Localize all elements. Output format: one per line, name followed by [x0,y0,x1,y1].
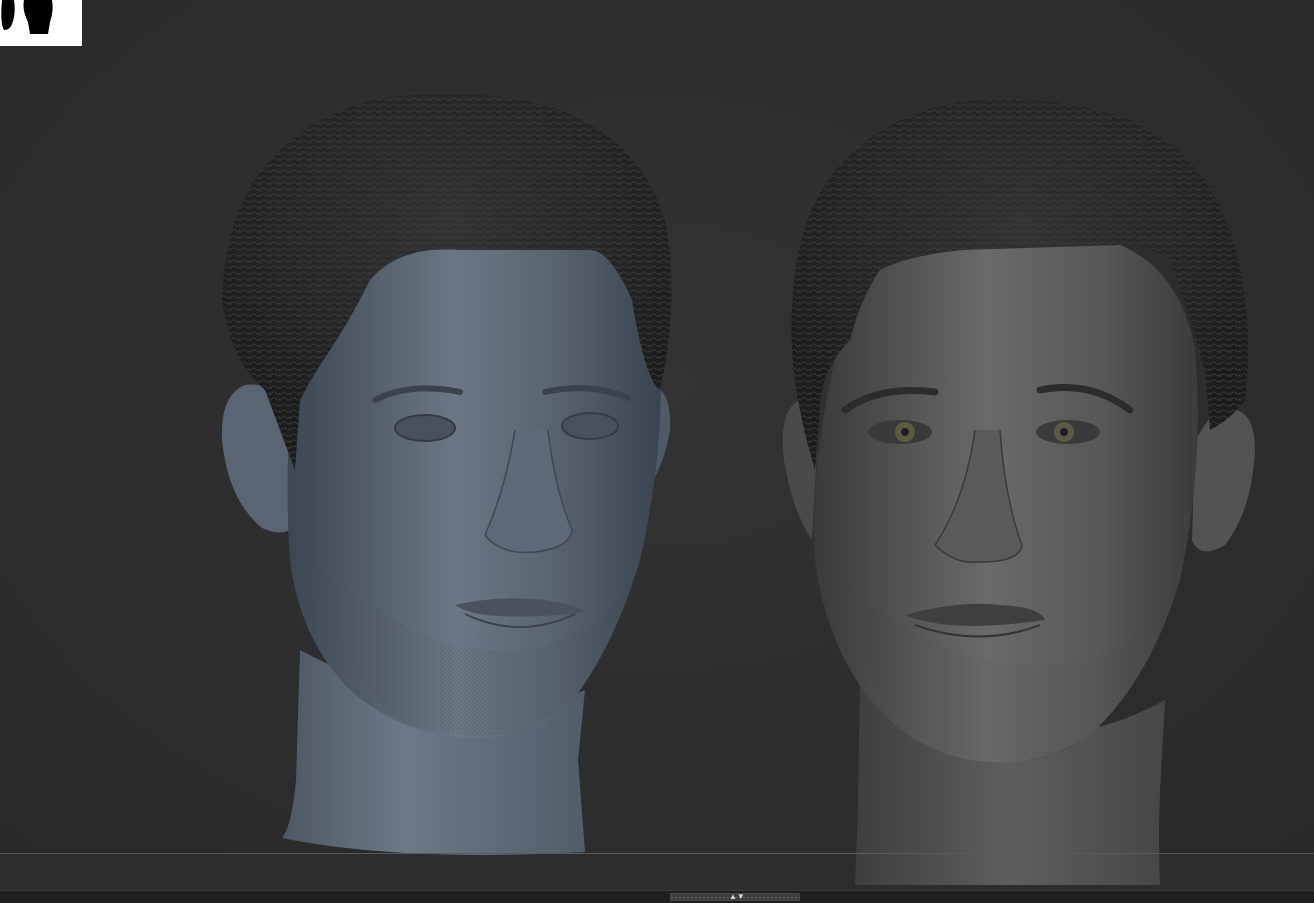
left-eye-l [394,414,456,442]
right-ear-right [1192,408,1255,552]
canvas-lower-margin [0,854,1314,890]
tray-collapse-toggle-icon: ▲▼ [729,892,745,901]
right-pupil-l [901,428,909,436]
navigator-thumbnail[interactable] [0,0,82,46]
right-pupil-r [1060,428,1068,436]
zbrush-canvas-window: ▲▼ [0,0,1314,903]
model-render-layer [221,94,1255,885]
left-eye-r [561,412,619,440]
right-head-model[interactable] [782,99,1255,885]
head-silhouette-thumbnail-icon [1,0,53,34]
bottom-tray-bar [0,890,1314,903]
bottom-tray-toggle[interactable]: ▲▼ [670,893,800,901]
left-head-model[interactable] [221,94,672,855]
